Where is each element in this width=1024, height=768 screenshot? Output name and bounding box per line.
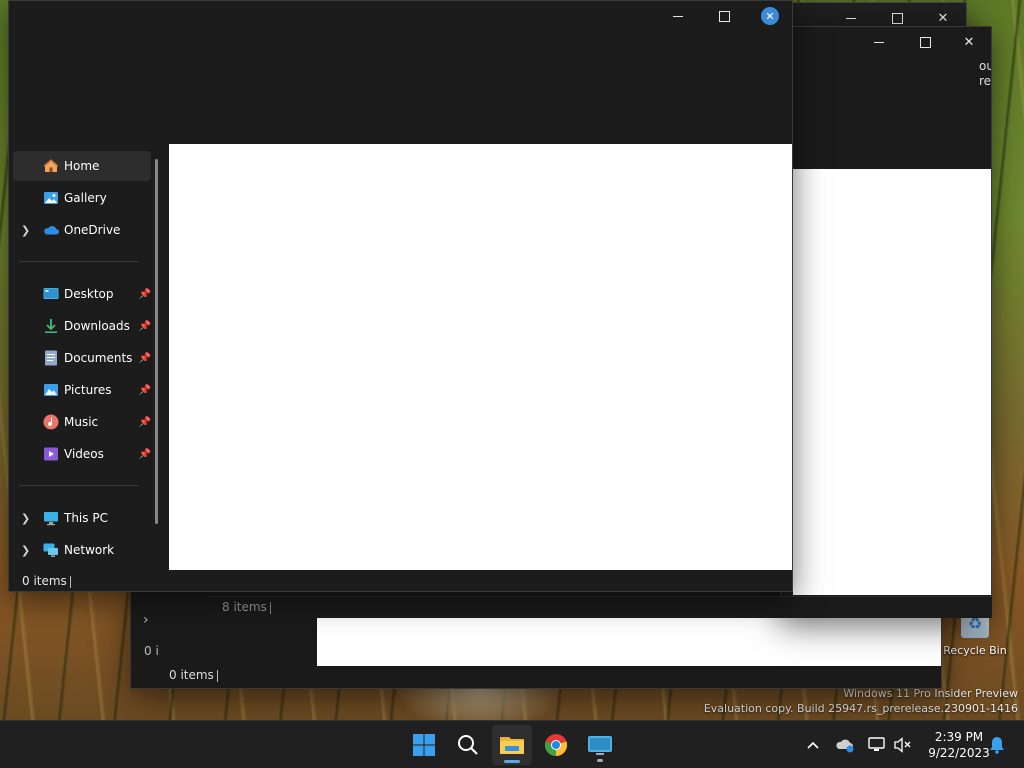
status-items-count: 8 items [222, 600, 267, 614]
chevron-right-icon[interactable]: ❯ [21, 224, 30, 237]
running-indicator [597, 759, 603, 762]
gallery-icon [43, 190, 59, 206]
nav-item-music[interactable]: Music 📌 [13, 407, 151, 437]
volume-tray-button[interactable] [892, 721, 914, 768]
onedrive-status-icon [836, 739, 854, 753]
nav-item-videos[interactable]: Videos 📌 [13, 439, 151, 469]
active-indicator [504, 760, 520, 763]
file-explorer-icon [500, 737, 524, 754]
start-button[interactable] [404, 725, 444, 765]
nav-scrollbar[interactable] [155, 159, 158, 524]
pictures-icon [43, 382, 59, 398]
desktop-folder-icon [43, 286, 59, 302]
videos-icon [43, 446, 59, 462]
nav-item-downloads[interactable]: Downloads 📌 [13, 311, 151, 341]
taskbar: 2:39 PM 9/22/2023 [0, 720, 1024, 768]
search-icon [458, 735, 478, 755]
network-status-icon [868, 737, 885, 751]
nav-item-label: Pictures [64, 383, 112, 397]
nav-item-label: Documents [64, 351, 133, 365]
status-divider [70, 576, 71, 588]
explorer-window-middle[interactable]: out re [780, 26, 992, 618]
recycle-bin-shortcut[interactable]: Recycle Bin [940, 612, 1010, 657]
watermark-line-2: Evaluation copy. Build 25947.rs_prerelea… [703, 702, 1018, 715]
peek-text-line-2: re [979, 74, 992, 88]
windows-start-icon [413, 734, 435, 756]
status-divider [217, 670, 218, 682]
nav-divider [19, 261, 139, 262]
nav-divider [19, 485, 139, 486]
search-button[interactable] [448, 725, 488, 765]
taskbar-file-explorer[interactable] [492, 725, 532, 765]
nav-item-label: Downloads [64, 319, 130, 333]
nav-item-network[interactable]: ❯ Network [13, 535, 151, 565]
chevron-right-icon[interactable]: ❯ [21, 512, 30, 525]
pin-icon[interactable]: 📌 [139, 449, 151, 460]
taskbar-chrome[interactable] [536, 725, 576, 765]
pin-icon[interactable]: 📌 [139, 321, 151, 332]
status-items-count: 0 items [169, 668, 214, 682]
nav-item-gallery[interactable]: Gallery [13, 183, 151, 213]
nav-item-onedrive[interactable]: ❯ OneDrive [13, 215, 151, 245]
network-tray-button[interactable] [866, 721, 888, 768]
nav-item-pictures[interactable]: Pictures 📌 [13, 375, 151, 405]
taskbar-app[interactable] [580, 725, 620, 765]
close-button[interactable]: ✕ [747, 1, 792, 31]
chrome-icon [544, 734, 568, 757]
bell-icon [990, 737, 1004, 754]
notifications-button[interactable] [986, 721, 1008, 768]
statusbar: 0 items [9, 571, 792, 591]
nav-item-label: Gallery [64, 191, 107, 205]
peek-text-line-1: out [979, 59, 991, 73]
nav-item-label: Videos [64, 447, 104, 461]
minimize-button[interactable] [655, 1, 701, 31]
minimize-button[interactable] [856, 27, 902, 57]
recycle-bin-label: Recycle Bin [943, 644, 1007, 657]
nav-item-label: This PC [64, 511, 108, 525]
middle-window-statusbar: 8 items [208, 596, 992, 618]
chevron-right-icon[interactable]: ❯ [21, 544, 30, 557]
home-icon [43, 158, 59, 174]
status-divider [270, 602, 271, 614]
volume-muted-icon [894, 737, 911, 753]
pin-icon[interactable]: 📌 [139, 385, 151, 396]
status-items-count: 0 items [22, 574, 67, 588]
onedrive-icon [43, 222, 59, 238]
nav-item-label: Desktop [64, 287, 114, 301]
maximize-button[interactable] [701, 1, 747, 31]
nav-item-desktop[interactable]: Desktop 📌 [13, 279, 151, 309]
music-icon [43, 414, 59, 430]
nav-item-label: Music [64, 415, 99, 429]
close-icon: ✕ [761, 7, 779, 25]
content-pane[interactable] [317, 616, 941, 666]
content-pane[interactable] [169, 144, 792, 570]
pin-icon[interactable]: 📌 [139, 289, 151, 300]
peek-text: out re [979, 59, 992, 89]
chevron-right-icon[interactable]: › [143, 612, 149, 628]
status-items-count-truncated: 0 i [144, 644, 159, 658]
remote-desktop-icon [588, 736, 612, 755]
documents-icon [43, 350, 59, 366]
nav-item-home[interactable]: Home [13, 151, 151, 181]
downloads-icon [43, 318, 59, 334]
navigation-pane[interactable]: Home Gallery ❯ OneDrive Desktop 📌 Downlo… [9, 143, 169, 567]
nav-item-this-pc[interactable]: ❯ This PC [13, 503, 151, 533]
network-icon [43, 542, 59, 558]
onedrive-tray-button[interactable] [834, 721, 856, 768]
content-pane[interactable] [793, 169, 991, 595]
close-button[interactable] [946, 27, 991, 57]
nav-item-label: Home [64, 159, 100, 173]
this-pc-icon [43, 510, 59, 526]
nav-item-label: OneDrive [64, 223, 121, 237]
pin-icon[interactable]: 📌 [139, 417, 151, 428]
chevron-up-icon [807, 741, 819, 749]
pin-icon[interactable]: 📌 [139, 353, 151, 364]
maximize-button[interactable] [902, 27, 948, 57]
nav-item-documents[interactable]: Documents 📌 [13, 343, 151, 373]
explorer-window-main[interactable]: ✕ Home Gallery ❯ OneDrive Desktop 📌 Down… [8, 0, 793, 592]
nav-item-label: Network [64, 543, 115, 557]
evaluation-watermark: Windows 11 Pro Insider Preview Evaluatio… [704, 686, 1018, 716]
show-hidden-icons-button[interactable] [802, 721, 824, 768]
